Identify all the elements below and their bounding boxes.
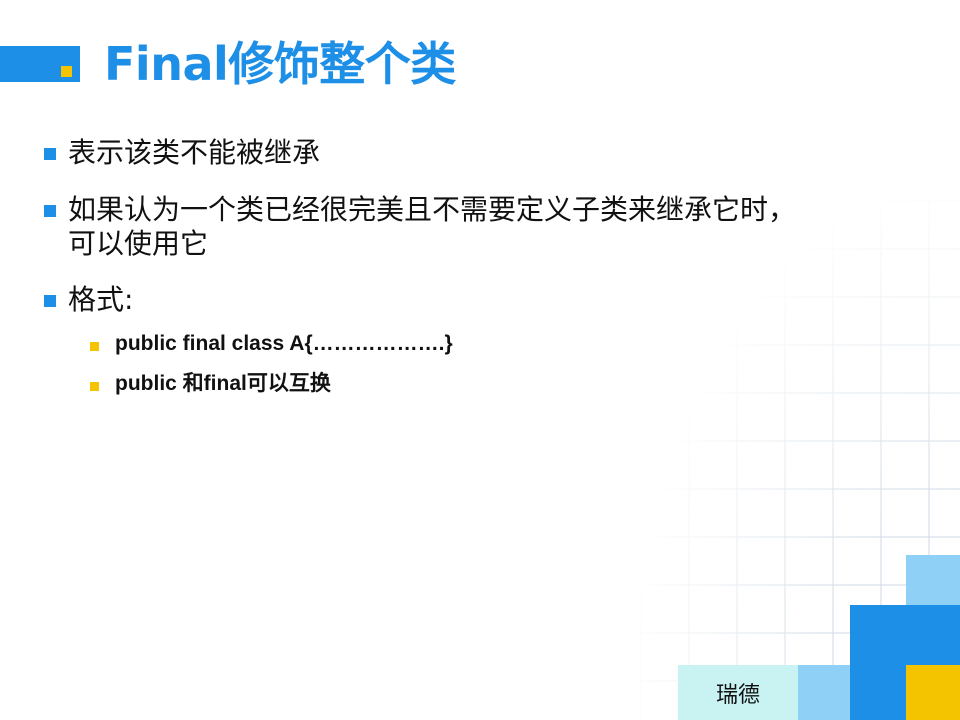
slide: Final修饰整个类 表示该类不能被继承 如果认为一个类已经很完美且不需要定义子…: [0, 0, 960, 720]
bullet-text-line-1: 如果认为一个类已经很完美且不需要定义子类来继承它时，: [68, 193, 797, 226]
sub-bullet-text: public 和final可以互换: [115, 372, 331, 395]
footer-label-box: 瑞德: [678, 665, 798, 720]
sub-bullet-square-icon: [90, 382, 99, 391]
bullet-square-icon: [44, 205, 56, 217]
bullet-square-icon: [44, 295, 56, 307]
bullet-text: 表示该类不能被继承: [68, 136, 321, 169]
bullet-text: 格式:: [68, 283, 134, 316]
sub-bullet-square-icon: [90, 342, 99, 351]
bullet-square-icon: [44, 148, 56, 160]
decor-block-light-blue-2: [798, 665, 850, 720]
bullet-text-line-2: 可以使用它: [68, 227, 209, 260]
decor-block-light-blue: [906, 555, 960, 605]
decor-block-yellow: [906, 665, 960, 720]
slide-title: Final修饰整个类: [104, 37, 456, 91]
sub-bullet-text: public final class A{……………….}: [115, 332, 453, 355]
title-accent-square: [61, 66, 72, 77]
footer-label: 瑞德: [715, 682, 760, 708]
